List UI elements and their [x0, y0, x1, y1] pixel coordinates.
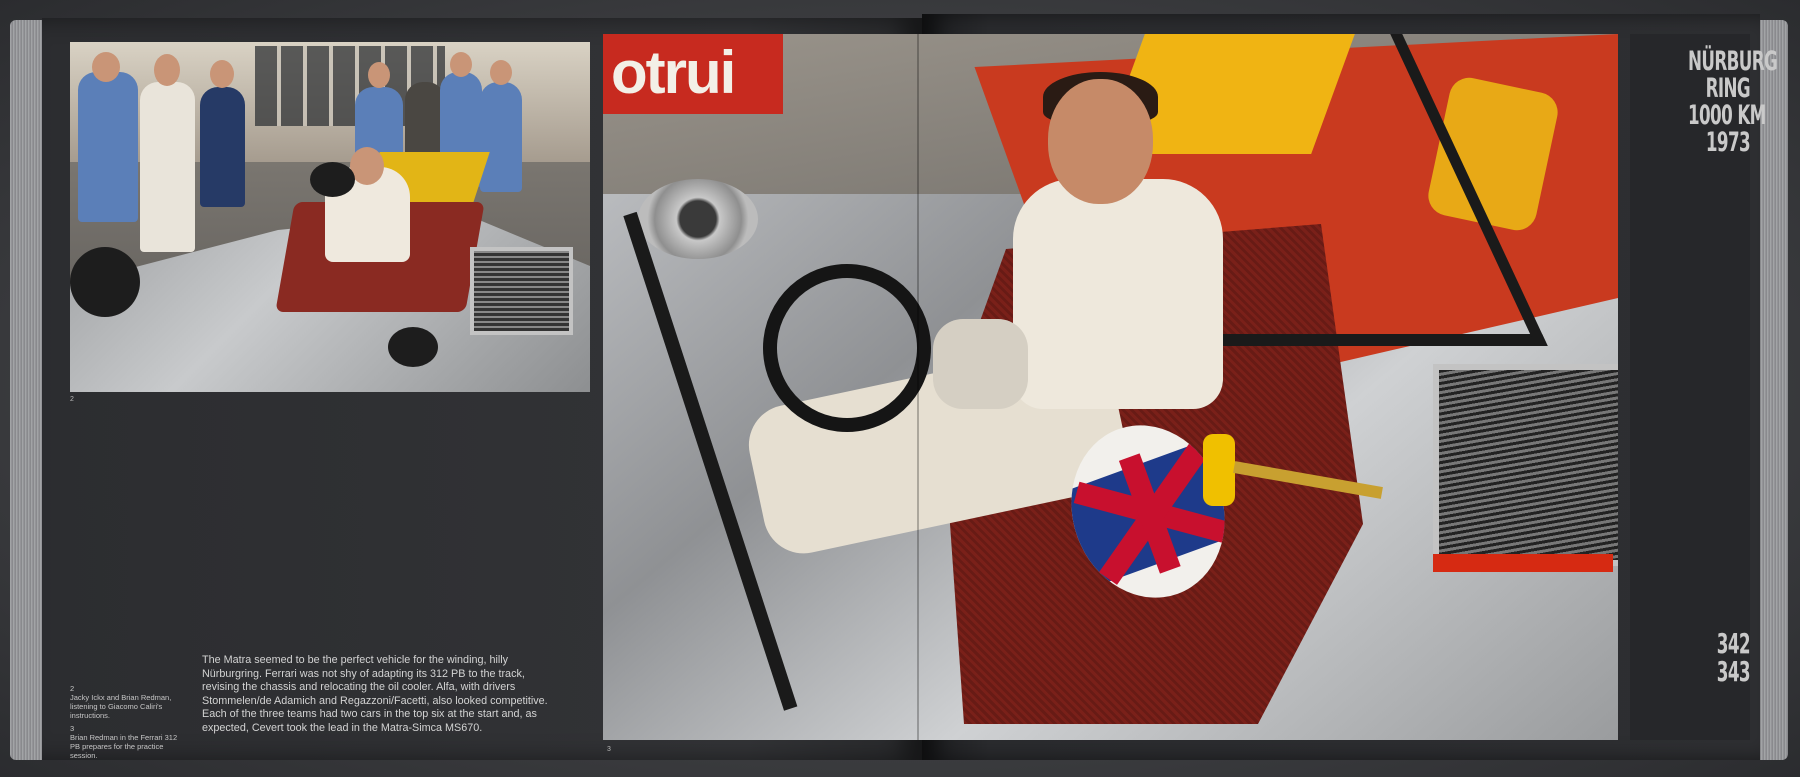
article-body-text: The Matra seemed to be the perfect vehic… — [202, 654, 548, 734]
photo-number-2: 2 — [70, 396, 74, 403]
sponsor-sign: otrui — [603, 34, 783, 114]
page-stack-left — [10, 20, 44, 760]
page-number-right: 343 — [1716, 655, 1751, 688]
page-stack-right — [1758, 20, 1788, 760]
page-number-left: 342 — [1716, 627, 1751, 660]
chapter-title: NÜRBURG RING 1000 KM 1973 — [1688, 46, 1778, 158]
caption-2: 2 Jacky Ickx and Brian Redman, listening… — [70, 684, 180, 720]
photo-pit-lane — [70, 42, 590, 392]
open-book: 2 2 Jacky Ickx and Brian Redman, listeni… — [10, 12, 1788, 764]
page-numbers: 342 343 — [1696, 627, 1751, 688]
chapter-title-line: 1000 KM — [1688, 100, 1766, 131]
caption-text: Jacky Ickx and Brian Redman, listening t… — [70, 693, 172, 720]
caption-number: 2 — [70, 684, 75, 693]
chapter-title-line: RING — [1705, 73, 1751, 104]
caption-text: Brian Redman in the Ferrari 312 PB prepa… — [70, 733, 178, 760]
photo-driver-cockpit: otrui — [603, 34, 1618, 740]
sponsor-sign-text: otrui — [611, 39, 736, 106]
photo-number-3: 3 — [607, 746, 611, 753]
caption-3: 3 Brian Redman in the Ferrari 312 PB pre… — [70, 724, 180, 760]
chapter-title-line: NÜRBURG — [1688, 46, 1778, 77]
caption-number: 3 — [70, 724, 75, 733]
chapter-title-line: 1973 — [1705, 127, 1751, 158]
